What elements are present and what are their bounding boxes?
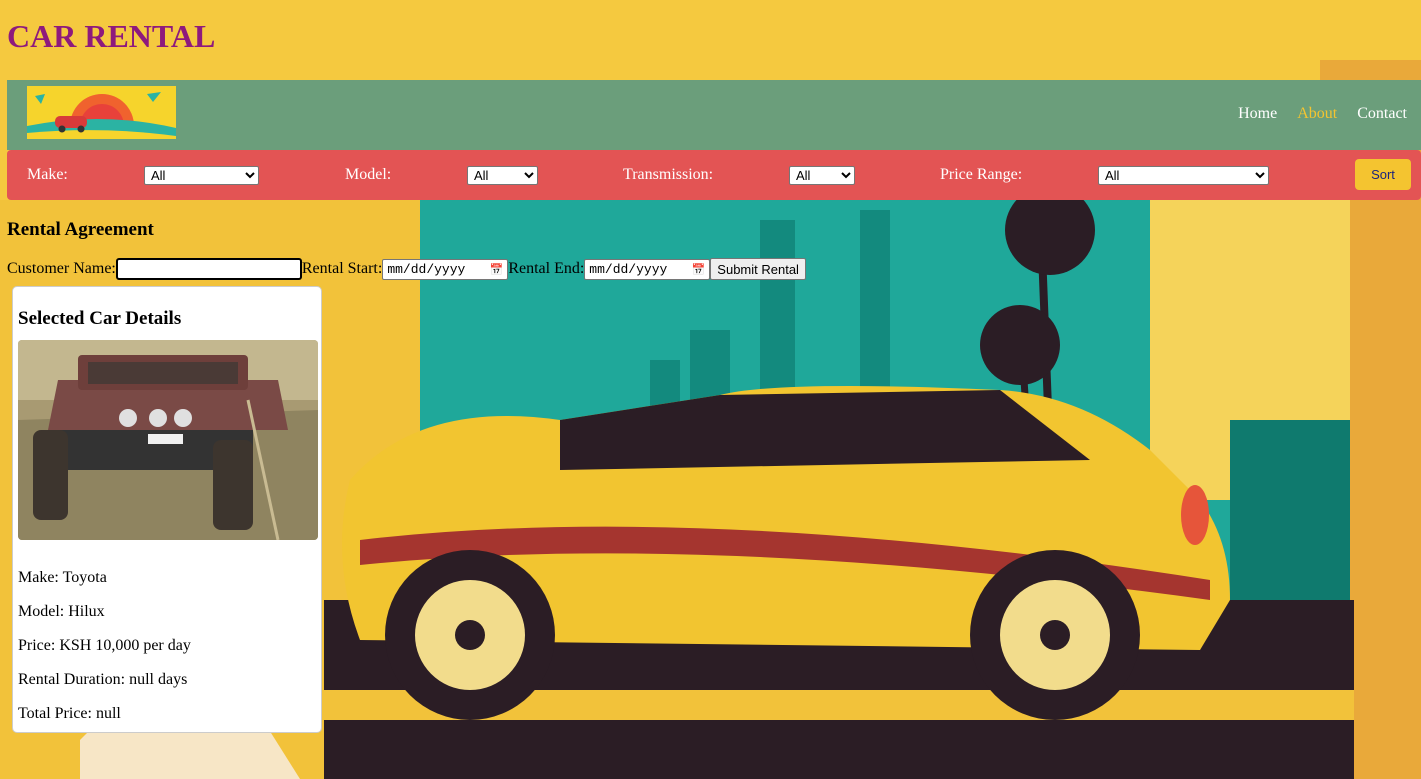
car-make: Make: Toyota <box>18 569 107 586</box>
transmission-filter-select[interactable]: All <box>789 166 855 185</box>
submit-rental-button[interactable]: Submit Rental <box>710 258 806 280</box>
nav-link-contact[interactable]: Contact <box>1357 105 1407 123</box>
rental-end-placeholder: mm/dd/yyyy <box>589 261 668 277</box>
price-range-filter-label: Price Range: <box>940 166 1023 183</box>
model-filter-select[interactable]: All <box>467 166 538 185</box>
make-filter-select[interactable]: All <box>144 166 259 185</box>
rental-agreement-heading: Rental Agreement <box>7 219 154 240</box>
customer-name-input[interactable] <box>115 258 302 280</box>
nav-link-home[interactable]: Home <box>1238 105 1277 123</box>
rental-form: Customer Name: Rental Start: mm/dd/yyyy … <box>7 258 806 280</box>
calendar-icon[interactable]: 📅 <box>490 263 504 276</box>
customer-name-label: Customer Name: <box>7 260 116 277</box>
rental-start-date-input[interactable]: mm/dd/yyyy 📅 <box>382 258 509 280</box>
rental-start-placeholder: mm/dd/yyyy <box>387 261 466 277</box>
rental-duration: Rental Duration: null days <box>18 671 188 688</box>
calendar-icon[interactable]: 📅 <box>692 263 706 276</box>
nav-links: Home About Contact <box>1238 105 1407 123</box>
make-filter-label: Make: <box>27 166 68 183</box>
site-title: CAR RENTAL <box>7 18 216 54</box>
price-range-filter-select[interactable]: All <box>1098 166 1269 185</box>
total-price: Total Price: null <box>18 705 121 722</box>
model-filter-label: Model: <box>345 166 392 183</box>
filter-bar: Make: All Model: All Transmission: All P… <box>7 150 1421 200</box>
car-price: Price: KSH 10,000 per day <box>18 637 191 654</box>
rental-end-date-input[interactable]: mm/dd/yyyy 📅 <box>584 258 711 280</box>
selected-car-details-heading: Selected Car Details <box>18 308 182 329</box>
car-model: Model: Hilux <box>18 603 105 620</box>
selected-car-details-card: Selected Car Details Make: Toyota Model:… <box>12 286 322 733</box>
rental-start-label: Rental Start: <box>301 260 383 277</box>
sort-button[interactable]: Sort <box>1355 159 1411 190</box>
car-photo <box>18 340 318 540</box>
transmission-filter-label: Transmission: <box>623 166 714 183</box>
logo[interactable] <box>27 86 176 158</box>
navbar: Home About Contact <box>7 80 1421 158</box>
rental-end-label: Rental End: <box>508 260 585 277</box>
nav-link-about[interactable]: About <box>1297 105 1337 123</box>
